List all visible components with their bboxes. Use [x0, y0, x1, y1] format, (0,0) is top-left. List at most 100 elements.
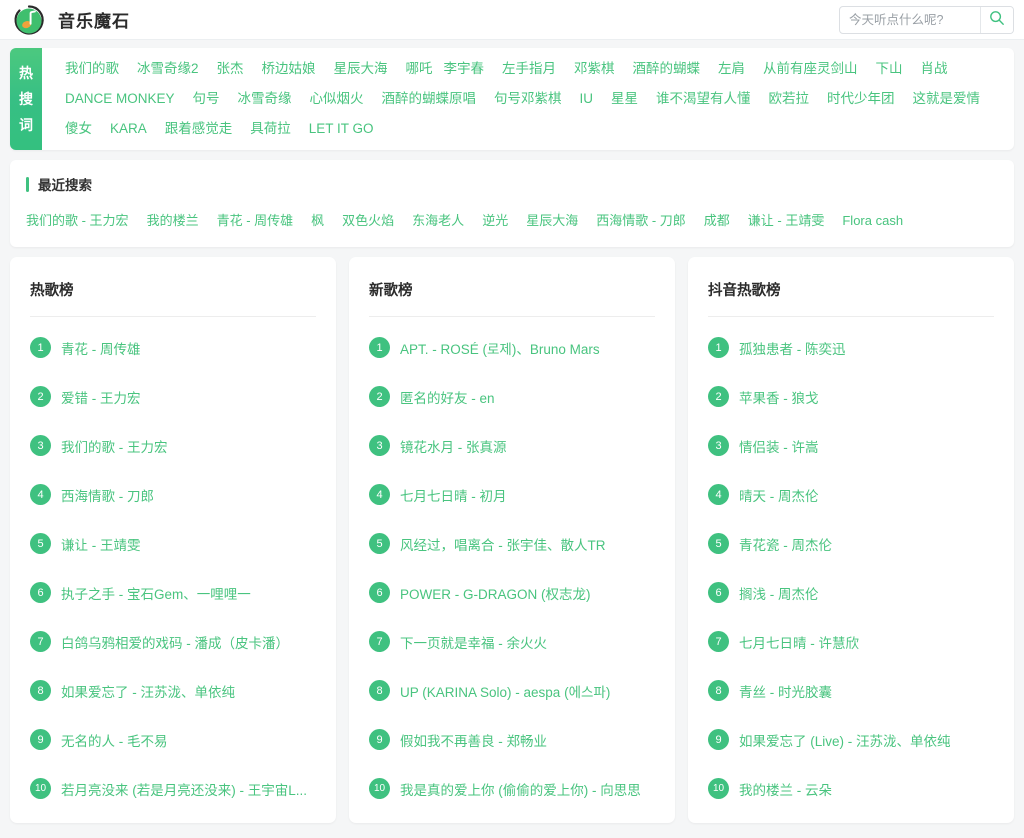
search-box[interactable]: [839, 6, 1014, 34]
rank-list-item[interactable]: 8如果爱忘了 - 汪苏泷、单依纯: [30, 666, 316, 715]
rank-song-label[interactable]: 白鸽乌鸦相爱的戏码 - 潘成（皮卡潘）: [61, 632, 289, 652]
hot-search-tag[interactable]: 酒醉的蝴蝶: [624, 57, 710, 81]
rank-song-label[interactable]: POWER - G-DRAGON (权志龙): [400, 583, 591, 603]
hot-search-tag[interactable]: DANCE MONKEY: [56, 87, 184, 111]
rank-song-label[interactable]: 我的楼兰 - 云朵: [739, 779, 832, 799]
rank-song-label[interactable]: 情侣装 - 许嵩: [739, 436, 819, 456]
hot-search-tag[interactable]: 星辰大海: [325, 57, 397, 81]
recent-search-tag[interactable]: 星辰大海: [520, 211, 590, 231]
rank-song-label[interactable]: 如果爱忘了 - 汪苏泷、单依纯: [61, 681, 235, 701]
hot-search-tag[interactable]: KARA: [101, 117, 156, 141]
hot-search-tag[interactable]: 我们的歌: [56, 57, 128, 81]
recent-search-tag[interactable]: 谦让 - 王靖雯: [742, 211, 837, 231]
hot-search-tag[interactable]: LET IT GO: [300, 117, 383, 141]
rank-list-item[interactable]: 1青花 - 周传雄: [30, 323, 316, 372]
rank-song-label[interactable]: 爱错 - 王力宏: [61, 387, 141, 407]
rank-list-item[interactable]: 10若月亮没来 (若是月亮还没来) - 王宇宙L...: [30, 764, 316, 813]
hot-search-tag[interactable]: 星星: [602, 87, 647, 111]
recent-search-tag[interactable]: 逆光: [476, 211, 520, 231]
hot-search-tag[interactable]: 下山: [867, 57, 912, 81]
recent-search-tag[interactable]: 成都: [698, 211, 742, 231]
hot-search-tag[interactable]: 酒醉的蝴蝶原唱: [373, 87, 486, 111]
recent-search-tag[interactable]: Flora cash: [836, 211, 915, 231]
rank-list-item[interactable]: 4西海情歌 - 刀郎: [30, 470, 316, 519]
rank-list-item[interactable]: 5谦让 - 王靖雯: [30, 519, 316, 568]
rank-list-item[interactable]: 2苹果香 - 狼戈: [708, 372, 994, 421]
rank-song-label[interactable]: 谦让 - 王靖雯: [61, 534, 141, 554]
rank-list-item[interactable]: 6POWER - G-DRAGON (权志龙): [369, 568, 655, 617]
rank-list-item[interactable]: 3镜花水月 - 张真源: [369, 421, 655, 470]
hot-search-tag[interactable]: 邓紫棋: [565, 57, 624, 81]
rank-list-item[interactable]: 1孤独患者 - 陈奕迅: [708, 323, 994, 372]
hot-search-tag[interactable]: 句号: [184, 87, 229, 111]
rank-list-item[interactable]: 10我的楼兰 - 云朵: [708, 764, 994, 813]
rank-list-item[interactable]: 1APT. - ROSÉ (로제)、Bruno Mars: [369, 323, 655, 372]
rank-list-item[interactable]: 8UP (KARINA Solo) - aespa (에스파): [369, 666, 655, 715]
hot-search-tag[interactable]: 谁不渴望有人懂: [647, 87, 760, 111]
hot-search-tag[interactable]: 具荷拉: [241, 117, 300, 141]
rank-list-item[interactable]: 8青丝 - 时光胶囊: [708, 666, 994, 715]
rank-song-label[interactable]: 青花瓷 - 周杰伦: [739, 534, 832, 554]
rank-song-label[interactable]: 如果爱忘了 (Live) - 汪苏泷、单依纯: [739, 730, 951, 750]
rank-list-item[interactable]: 9如果爱忘了 (Live) - 汪苏泷、单依纯: [708, 715, 994, 764]
hot-search-tag[interactable]: 傻女: [56, 117, 101, 141]
rank-song-label[interactable]: 孤独患者 - 陈奕迅: [739, 338, 846, 358]
rank-song-label[interactable]: 青花 - 周传雄: [61, 338, 141, 358]
rank-list-item[interactable]: 10我是真的爱上你 (偷偷的爱上你) - 向思思: [369, 764, 655, 813]
hot-search-tag[interactable]: 句号邓紫棋: [485, 87, 571, 111]
rank-song-label[interactable]: 匿名的好友 - en: [400, 387, 495, 407]
rank-song-label[interactable]: 搁浅 - 周杰伦: [739, 583, 819, 603]
rank-song-label[interactable]: 晴天 - 周杰伦: [739, 485, 819, 505]
hot-search-tag[interactable]: 跟着感觉走: [156, 117, 242, 141]
rank-list-item[interactable]: 7七月七日晴 - 许慧欣: [708, 617, 994, 666]
rank-song-label[interactable]: UP (KARINA Solo) - aespa (에스파): [400, 681, 610, 701]
hot-search-tag[interactable]: 欧若拉: [760, 87, 819, 111]
hot-search-tag[interactable]: 左肩: [709, 57, 754, 81]
hot-search-tag[interactable]: 这就是爱情: [904, 87, 990, 111]
recent-search-tag[interactable]: 枫: [305, 211, 336, 231]
hot-search-tag[interactable]: 时代少年团: [818, 87, 904, 111]
rank-song-label[interactable]: 我是真的爱上你 (偷偷的爱上你) - 向思思: [400, 779, 641, 799]
rank-song-label[interactable]: 苹果香 - 狼戈: [739, 387, 819, 407]
rank-song-label[interactable]: 执子之手 - 宝石Gem、一哩哩一: [61, 583, 251, 603]
recent-search-tag[interactable]: 西海情歌 - 刀郎: [590, 211, 698, 231]
recent-search-tag[interactable]: 东海老人: [406, 211, 476, 231]
hot-search-tag[interactable]: 心似烟火: [301, 87, 373, 111]
recent-search-tag[interactable]: 青花 - 周传雄: [211, 211, 306, 231]
hot-search-tag[interactable]: 李宇春: [442, 57, 494, 81]
search-button[interactable]: [980, 7, 1013, 33]
rank-list-item[interactable]: 5风经过，唱离合 - 张宇佳、散人TR: [369, 519, 655, 568]
hot-search-tag[interactable]: 哪吒: [397, 57, 442, 81]
rank-song-label[interactable]: 若月亮没来 (若是月亮还没来) - 王宇宙L...: [61, 779, 307, 799]
rank-list-item[interactable]: 9无名的人 - 毛不易: [30, 715, 316, 764]
hot-search-tag[interactable]: IU: [571, 87, 603, 111]
rank-song-label[interactable]: 下一页就是幸福 - 余火火: [400, 632, 547, 652]
rank-list-item[interactable]: 3我们的歌 - 王力宏: [30, 421, 316, 470]
rank-song-label[interactable]: 假如我不再善良 - 郑畅业: [400, 730, 547, 750]
hot-search-tag[interactable]: 冰雪奇缘: [229, 87, 301, 111]
rank-song-label[interactable]: 无名的人 - 毛不易: [61, 730, 168, 750]
rank-list-item[interactable]: 7白鸽乌鸦相爱的戏码 - 潘成（皮卡潘）: [30, 617, 316, 666]
rank-list-item[interactable]: 2爱错 - 王力宏: [30, 372, 316, 421]
recent-search-tag[interactable]: 我的楼兰: [141, 211, 211, 231]
recent-search-tag[interactable]: 双色火焰: [336, 211, 406, 231]
rank-list-item[interactable]: 7下一页就是幸福 - 余火火: [369, 617, 655, 666]
rank-list-item[interactable]: 6搁浅 - 周杰伦: [708, 568, 994, 617]
rank-list-item[interactable]: 4七月七日晴 - 初月: [369, 470, 655, 519]
recent-search-tag[interactable]: 我们的歌 - 王力宏: [26, 211, 141, 231]
hot-search-tag[interactable]: 左手指月: [493, 57, 565, 81]
rank-list-item[interactable]: 2匿名的好友 - en: [369, 372, 655, 421]
hot-search-tag[interactable]: 冰雪奇缘2: [128, 57, 208, 81]
rank-song-label[interactable]: 青丝 - 时光胶囊: [739, 681, 832, 701]
rank-song-label[interactable]: 七月七日晴 - 初月: [400, 485, 507, 505]
hot-search-tag[interactable]: 张杰: [208, 57, 253, 81]
rank-list-item[interactable]: 6执子之手 - 宝石Gem、一哩哩一: [30, 568, 316, 617]
rank-list-item[interactable]: 5青花瓷 - 周杰伦: [708, 519, 994, 568]
hot-search-tag[interactable]: 桥边姑娘: [253, 57, 325, 81]
rank-song-label[interactable]: 七月七日晴 - 许慧欣: [739, 632, 859, 652]
rank-song-label[interactable]: 西海情歌 - 刀郎: [61, 485, 154, 505]
rank-song-label[interactable]: 我们的歌 - 王力宏: [61, 436, 168, 456]
hot-search-tag[interactable]: 从前有座灵剑山: [754, 57, 867, 81]
search-input[interactable]: [840, 7, 980, 33]
hot-search-tag[interactable]: 肖战: [912, 57, 957, 81]
